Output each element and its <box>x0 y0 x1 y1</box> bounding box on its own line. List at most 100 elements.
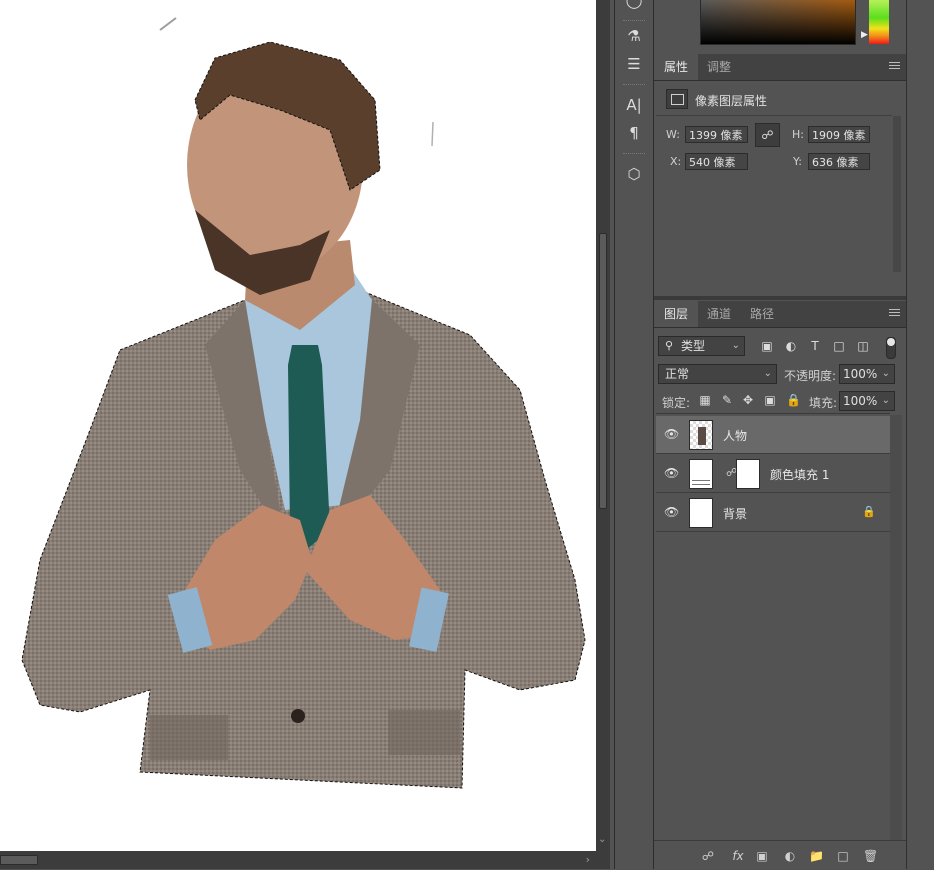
x-label: X: <box>670 155 682 168</box>
lock-all-icon[interactable]: 🔒 <box>786 393 801 407</box>
paragraph-icon[interactable]: ¶ <box>624 123 644 143</box>
filter-toggle[interactable] <box>886 337 896 359</box>
hue-slider[interactable] <box>869 0 889 44</box>
divider <box>656 115 892 116</box>
visibility-eye-icon[interactable]: 👁 <box>664 467 679 479</box>
vertical-scrollbar[interactable]: ⌄ <box>596 0 610 851</box>
mask-icon[interactable]: ▣ <box>755 849 769 863</box>
tab-adjustments[interactable]: 调整 <box>697 54 741 80</box>
layer-row-person[interactable]: 👁 人物 <box>656 416 890 454</box>
tool-separator <box>623 84 645 87</box>
layer-name[interactable]: 颜色填充 1 <box>770 466 829 483</box>
tab-channels[interactable]: 通道 <box>697 301 741 327</box>
layer-name[interactable]: 人物 <box>723 427 747 444</box>
chevron-down-icon: ⌄ <box>763 368 772 379</box>
filter-adjustment-icon[interactable]: ◐ <box>784 339 798 353</box>
panel-tool-strip: ◯ ⚗ ☰ A| ¶ ⬡ <box>614 0 654 869</box>
search-icon: ⚲ <box>665 339 674 352</box>
scroll-down-icon[interactable]: ⌄ <box>598 834 606 845</box>
layers-scrollbar[interactable] <box>890 415 902 840</box>
pocket-left <box>150 715 228 760</box>
filter-pixel-icon[interactable]: ▣ <box>760 339 774 353</box>
panel-menu-icon[interactable] <box>889 62 900 71</box>
scroll-corner <box>596 851 610 869</box>
delete-icon[interactable]: 🗑 <box>863 849 878 863</box>
opacity-value: 100% <box>843 367 878 381</box>
vertical-scroll-thumb[interactable] <box>599 233 607 509</box>
opacity-field[interactable]: 100% ⌄ <box>839 364 895 384</box>
scroll-right-icon[interactable]: › <box>586 853 590 866</box>
type-icon[interactable]: A| <box>624 95 644 115</box>
hue-marker-icon[interactable]: ▶ <box>861 30 868 40</box>
fill-label: 填充: <box>809 396 838 410</box>
filter-smart-object-icon[interactable]: ◫ <box>856 339 870 353</box>
layer-thumbnail <box>689 498 713 528</box>
layers-footer: ☍ fx ▣ ◐ 📁 □ 🗑 <box>654 840 906 870</box>
layers-menu-icon[interactable] <box>889 309 900 318</box>
chevron-down-icon: ⌄ <box>731 340 740 351</box>
stray-mark <box>431 121 434 147</box>
layer-filter-dropdown[interactable]: ⚲ 类型 ⌄ <box>658 336 745 356</box>
divider <box>656 413 890 414</box>
lock-artboard-icon[interactable]: ▣ <box>763 393 777 407</box>
blend-mode-value: 正常 <box>665 367 690 381</box>
layers-tabbar: 图层 通道 路径 <box>654 301 906 328</box>
width-label: W: <box>666 128 680 141</box>
fill-field[interactable]: 100% ⌄ <box>839 391 895 411</box>
tab-properties[interactable]: 属性 <box>654 54 699 80</box>
cutout-photo <box>21 17 586 789</box>
opacity-label: 不透明度: <box>784 369 837 383</box>
brush-settings-icon[interactable]: ⚗ <box>624 26 644 46</box>
tab-paths[interactable]: 路径 <box>740 301 784 327</box>
properties-tabbar: 属性 调整 <box>654 54 906 81</box>
lock-label: 锁定: <box>662 396 691 410</box>
y-field[interactable]: 636 像素 <box>808 153 870 170</box>
chevron-down-icon: ⌄ <box>881 368 890 379</box>
filter-kind-label: 类型 <box>681 339 706 353</box>
horizontal-scroll-thumb[interactable] <box>0 855 38 865</box>
link-icon[interactable]: ☍ <box>755 123 780 147</box>
color-picker-field[interactable] <box>700 0 856 45</box>
thumbnail-figure <box>698 427 706 445</box>
panel-splitter[interactable] <box>654 296 906 300</box>
visibility-eye-icon[interactable]: 👁 <box>664 428 679 440</box>
properties-title: 像素图层属性 <box>695 94 768 108</box>
width-field[interactable]: 1399 像素 <box>685 126 748 143</box>
adjust-icon[interactable]: ☰ <box>624 54 644 74</box>
layer-row-color-fill[interactable]: 👁 ☍ 颜色填充 1 <box>656 455 890 493</box>
fill-thumbnail <box>689 459 713 489</box>
adjustment-icon[interactable]: ◐ <box>783 849 797 863</box>
pixel-layer-icon <box>666 89 688 109</box>
pocket-right <box>388 710 460 755</box>
chevron-down-icon: ⌄ <box>881 395 890 406</box>
tab-layers[interactable]: 图层 <box>654 301 699 327</box>
fill-slider-mark <box>692 480 710 485</box>
filter-shape-icon[interactable]: □ <box>832 339 846 353</box>
tool-separator <box>623 20 645 23</box>
fx-icon[interactable]: fx <box>728 849 748 863</box>
layer-name[interactable]: 背景 <box>723 505 747 522</box>
x-field[interactable]: 540 像素 <box>685 153 748 170</box>
y-label: Y: <box>793 155 802 168</box>
horizontal-scrollbar[interactable]: › <box>0 851 596 869</box>
document-canvas[interactable] <box>0 0 596 851</box>
jacket-button <box>291 709 305 723</box>
lock-image-icon[interactable]: ✎ <box>720 393 734 407</box>
height-field[interactable]: 1909 像素 <box>808 126 870 143</box>
tool-separator <box>623 153 645 156</box>
group-icon[interactable]: 📁 <box>809 849 824 863</box>
mask-thumbnail[interactable] <box>736 459 760 489</box>
properties-scrollbar[interactable] <box>893 116 901 272</box>
blend-mode-dropdown[interactable]: 正常 ⌄ <box>658 364 777 384</box>
link-layers-icon[interactable]: ☍ <box>701 849 715 863</box>
3d-icon[interactable]: ⬡ <box>624 164 644 184</box>
new-layer-icon[interactable]: □ <box>836 849 850 863</box>
visibility-eye-icon[interactable]: 👁 <box>664 506 679 518</box>
filter-type-icon[interactable]: T <box>808 339 822 353</box>
stray-mark <box>159 17 177 31</box>
layer-row-background[interactable]: 👁 背景 🔒 <box>656 494 890 532</box>
history-icon[interactable]: ◯ <box>624 0 644 10</box>
lock-position-icon[interactable]: ✥ <box>741 393 755 407</box>
fill-value: 100% <box>843 394 878 408</box>
lock-transparent-icon[interactable]: ▦ <box>698 393 712 407</box>
